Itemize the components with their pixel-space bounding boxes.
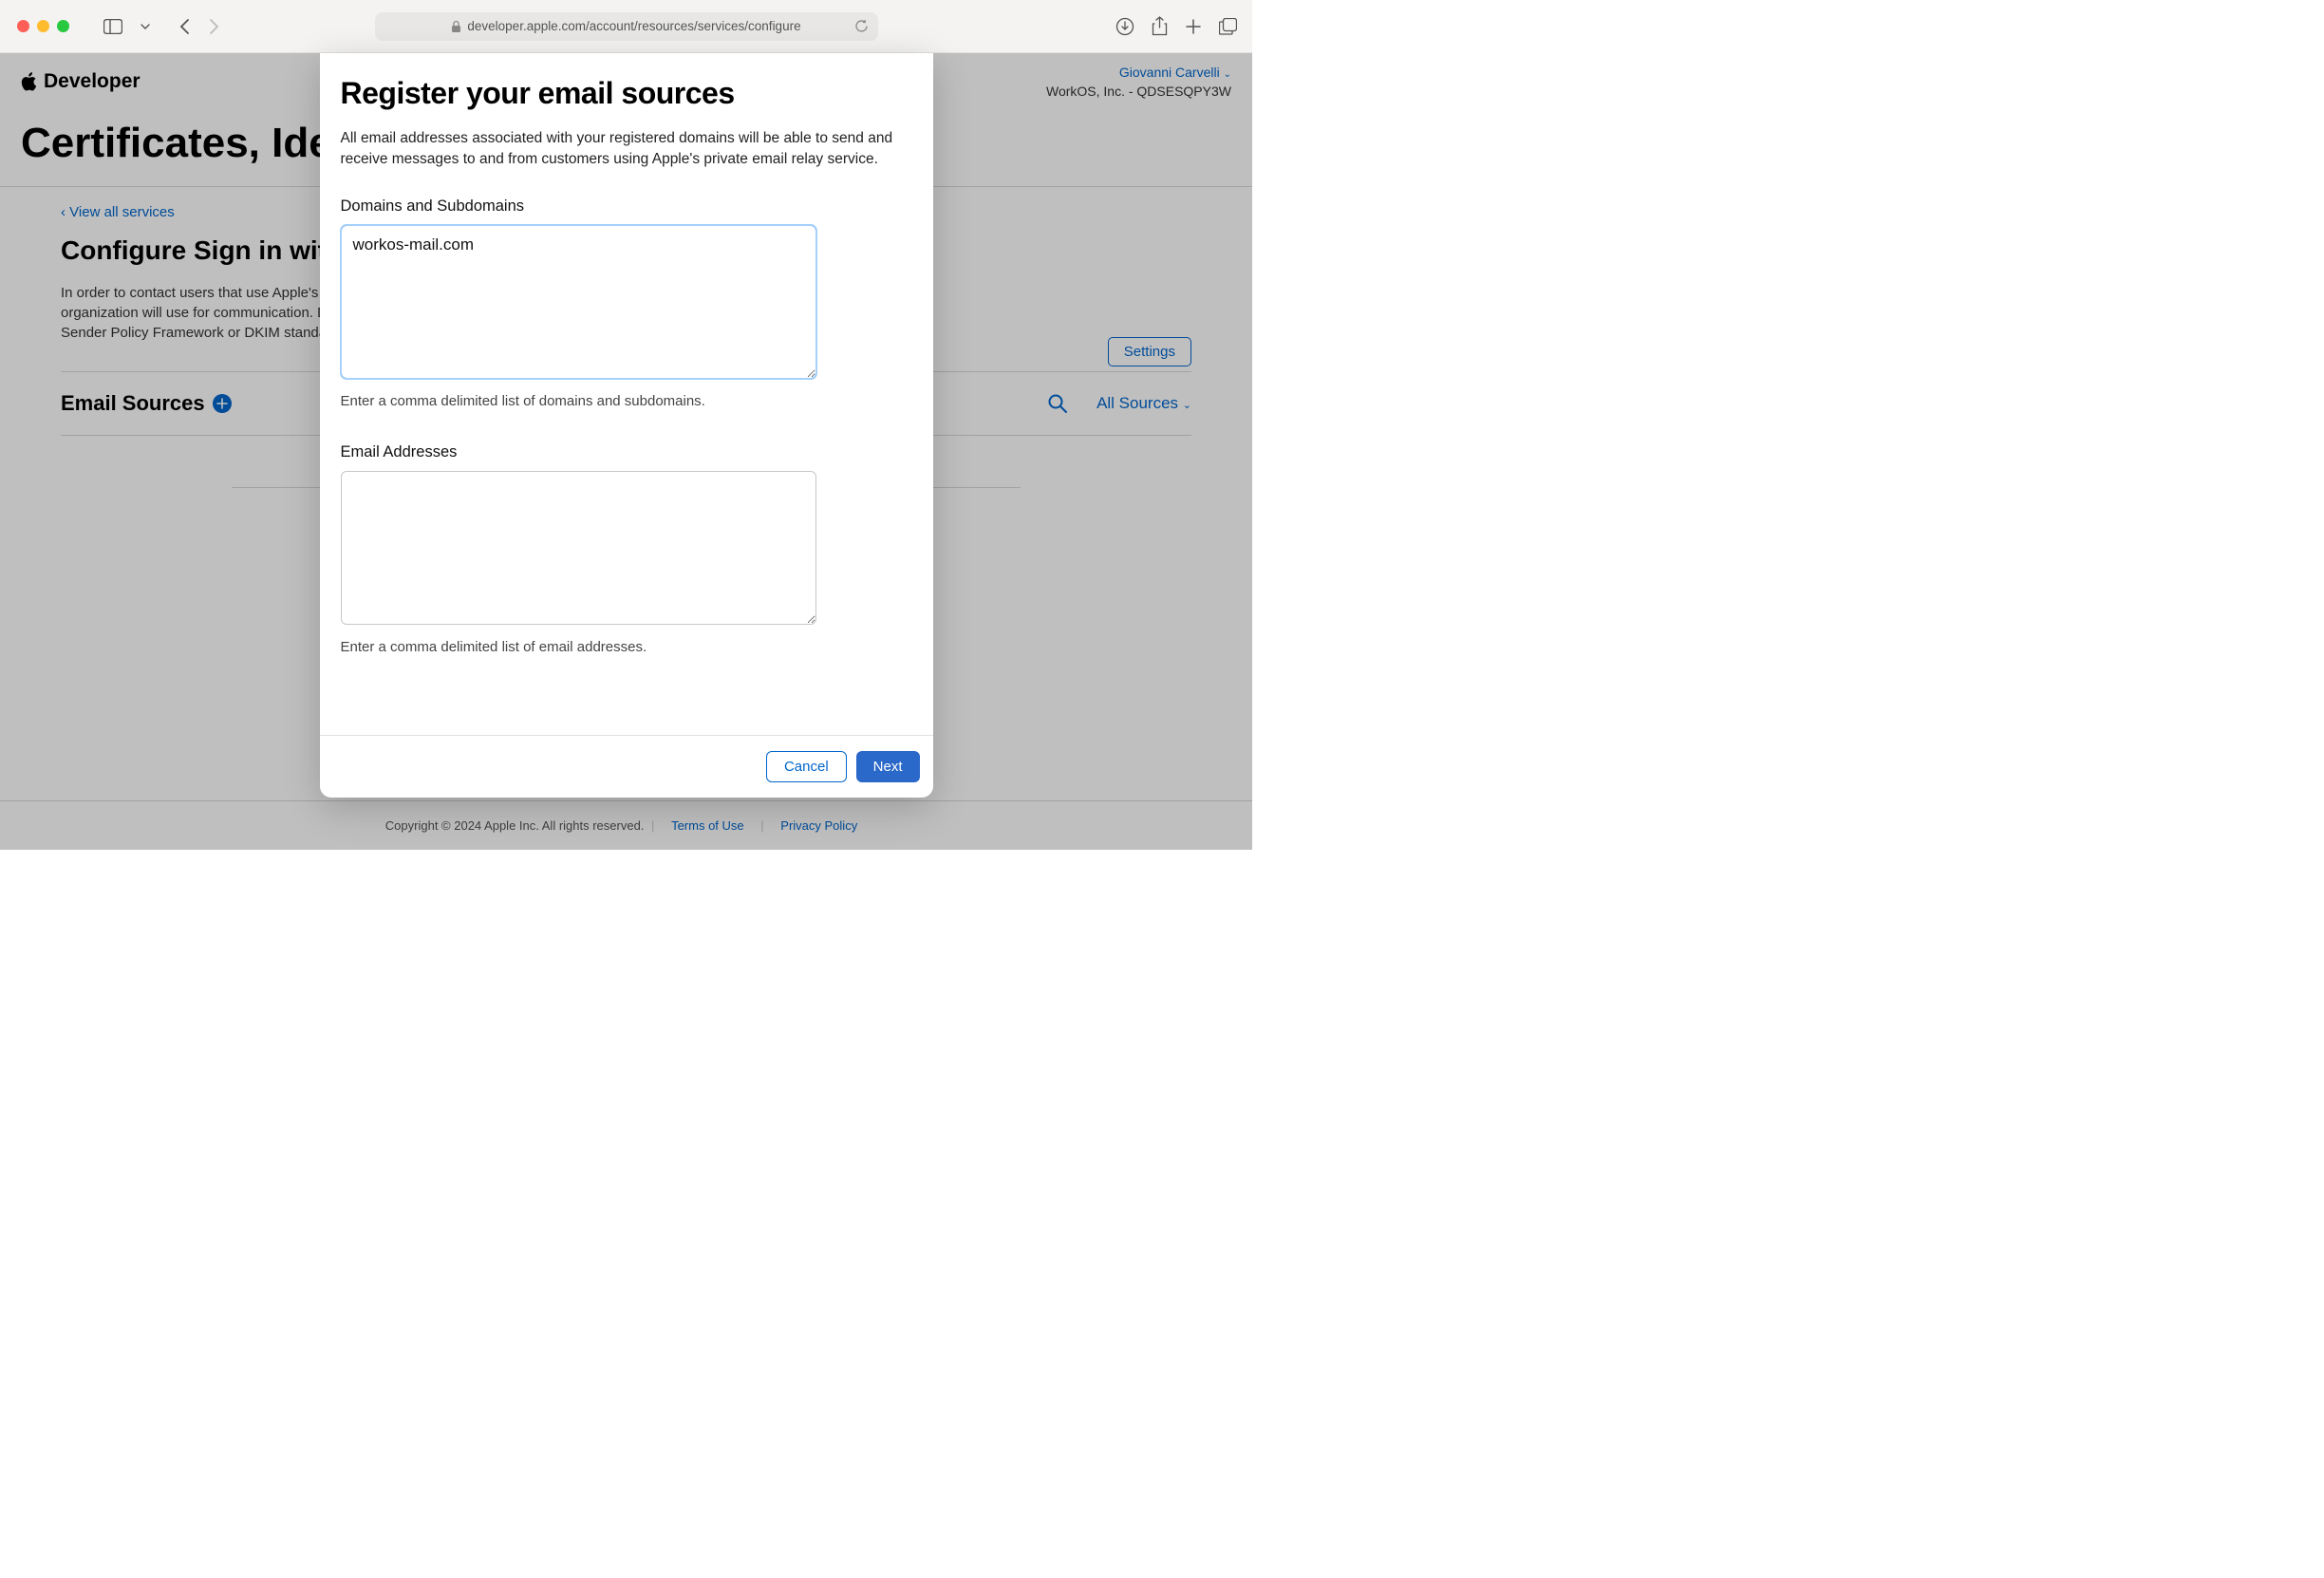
account-info: Giovanni Carvelli ⌄ WorkOS, Inc. - QDSES… [1046,65,1231,99]
filter-dropdown[interactable]: All Sources ⌄ [1096,394,1191,413]
chevron-down-icon: ⌄ [1183,400,1191,411]
back-button[interactable] [179,18,191,35]
brand-text: Developer [44,70,141,93]
zoom-window-button[interactable] [57,20,69,32]
forward-button[interactable] [208,18,219,35]
apple-icon [21,71,38,92]
lock-icon [451,20,461,33]
chevron-left-icon [179,18,191,35]
email-sources-heading: Email Sources [61,391,232,416]
sidebar-toggle-button[interactable] [100,13,126,40]
browser-toolbar: developer.apple.com/account/resources/se… [0,0,1252,53]
plus-icon [1185,18,1202,35]
plus-icon [216,398,228,409]
address-bar[interactable]: developer.apple.com/account/resources/se… [375,12,878,41]
tabs-icon [1219,18,1237,35]
reload-button[interactable] [854,19,869,33]
new-tab-button[interactable] [1185,18,1202,35]
modal-title: Register your email sources [341,76,912,111]
download-icon [1115,17,1134,36]
account-org-text: WorkOS, Inc. - QDSESQPY3W [1046,84,1231,99]
reload-icon [854,19,869,33]
window-controls [17,20,69,32]
cancel-button[interactable]: Cancel [766,751,847,782]
apple-developer-logo[interactable]: Developer [21,70,141,93]
chevron-left-icon: ‹ [61,204,66,220]
chevron-down-icon [141,24,150,29]
footer: Copyright © 2024 Apple Inc. All rights r… [0,800,1252,850]
emails-textarea[interactable] [341,471,816,625]
sidebar-icon [103,19,122,34]
copyright-text: Copyright © 2024 Apple Inc. All rights r… [385,818,645,833]
terms-link[interactable]: Terms of Use [671,818,744,833]
url-text: developer.apple.com/account/resources/se… [467,19,800,33]
modal-footer: Cancel Next [320,735,933,798]
account-name-dropdown[interactable]: Giovanni Carvelli ⌄ [1046,65,1231,80]
search-button[interactable] [1047,393,1068,414]
domains-hint: Enter a comma delimited list of domains … [341,393,912,409]
next-button[interactable]: Next [856,751,920,782]
close-window-button[interactable] [17,20,29,32]
privacy-link[interactable]: Privacy Policy [780,818,857,833]
emails-label: Email Addresses [341,443,912,461]
domains-textarea[interactable] [341,225,816,379]
share-button[interactable] [1152,16,1168,36]
downloads-button[interactable] [1115,17,1134,36]
share-icon [1152,16,1168,36]
settings-button[interactable]: Settings [1108,337,1191,366]
modal-description: All email addresses associated with your… [341,128,912,171]
add-email-source-button[interactable] [213,394,232,413]
chevron-right-icon [208,18,219,35]
register-email-sources-modal: Register your email sources All email ad… [320,53,933,798]
page-content: Developer Giovanni Carvelli ⌄ WorkOS, In… [0,53,1252,850]
minimize-window-button[interactable] [37,20,49,32]
tab-overview-button[interactable] [1219,18,1237,35]
search-icon [1047,393,1068,414]
domains-label: Domains and Subdomains [341,197,912,216]
sidebar-menu-button[interactable] [132,13,159,40]
chevron-down-icon: ⌄ [1224,69,1231,80]
emails-hint: Enter a comma delimited list of email ad… [341,639,912,655]
